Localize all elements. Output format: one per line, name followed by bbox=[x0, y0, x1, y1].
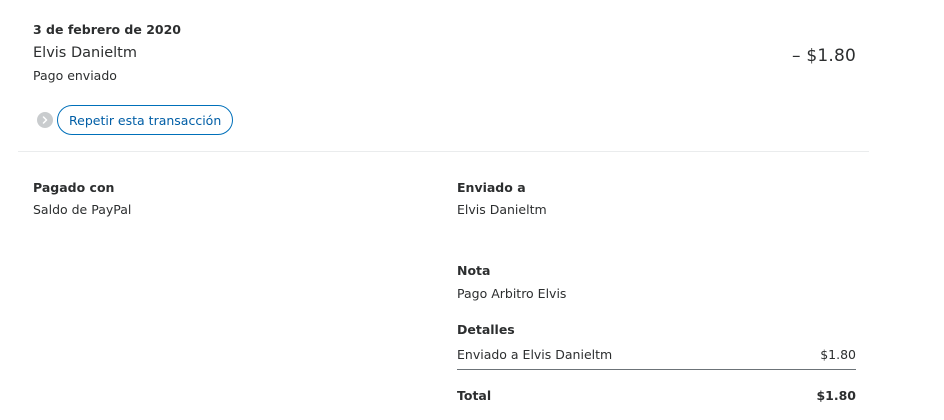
sent-to-value: Elvis Danieltm bbox=[457, 202, 547, 217]
paid-with-label: Pagado con bbox=[33, 180, 115, 195]
section-divider bbox=[18, 151, 869, 152]
note-label: Nota bbox=[457, 263, 491, 278]
paid-with-value: Saldo de PayPal bbox=[33, 202, 132, 217]
chevron-right-icon-svg bbox=[42, 116, 48, 124]
transaction-details-page: 3 de febrero de 2020 Elvis Danieltm Pago… bbox=[0, 0, 944, 420]
chevron-right-icon bbox=[37, 112, 53, 128]
total-amount: $1.80 bbox=[816, 388, 856, 403]
details-row-label: Enviado a Elvis Danieltm bbox=[457, 347, 613, 362]
details-row-amount: $1.80 bbox=[820, 347, 856, 362]
details-label: Detalles bbox=[457, 322, 515, 337]
recipient-name: Elvis Danieltm bbox=[33, 45, 137, 61]
note-value: Pago Arbitro Elvis bbox=[457, 286, 567, 301]
total-label: Total bbox=[457, 388, 492, 403]
details-divider bbox=[457, 369, 856, 370]
transaction-type: Pago enviado bbox=[33, 68, 117, 83]
transaction-amount: – $1.80 bbox=[792, 46, 856, 66]
transaction-date: 3 de febrero de 2020 bbox=[33, 22, 182, 37]
repeat-transaction-button[interactable]: Repetir esta transacción bbox=[57, 105, 234, 135]
sent-to-label: Enviado a bbox=[457, 180, 526, 195]
